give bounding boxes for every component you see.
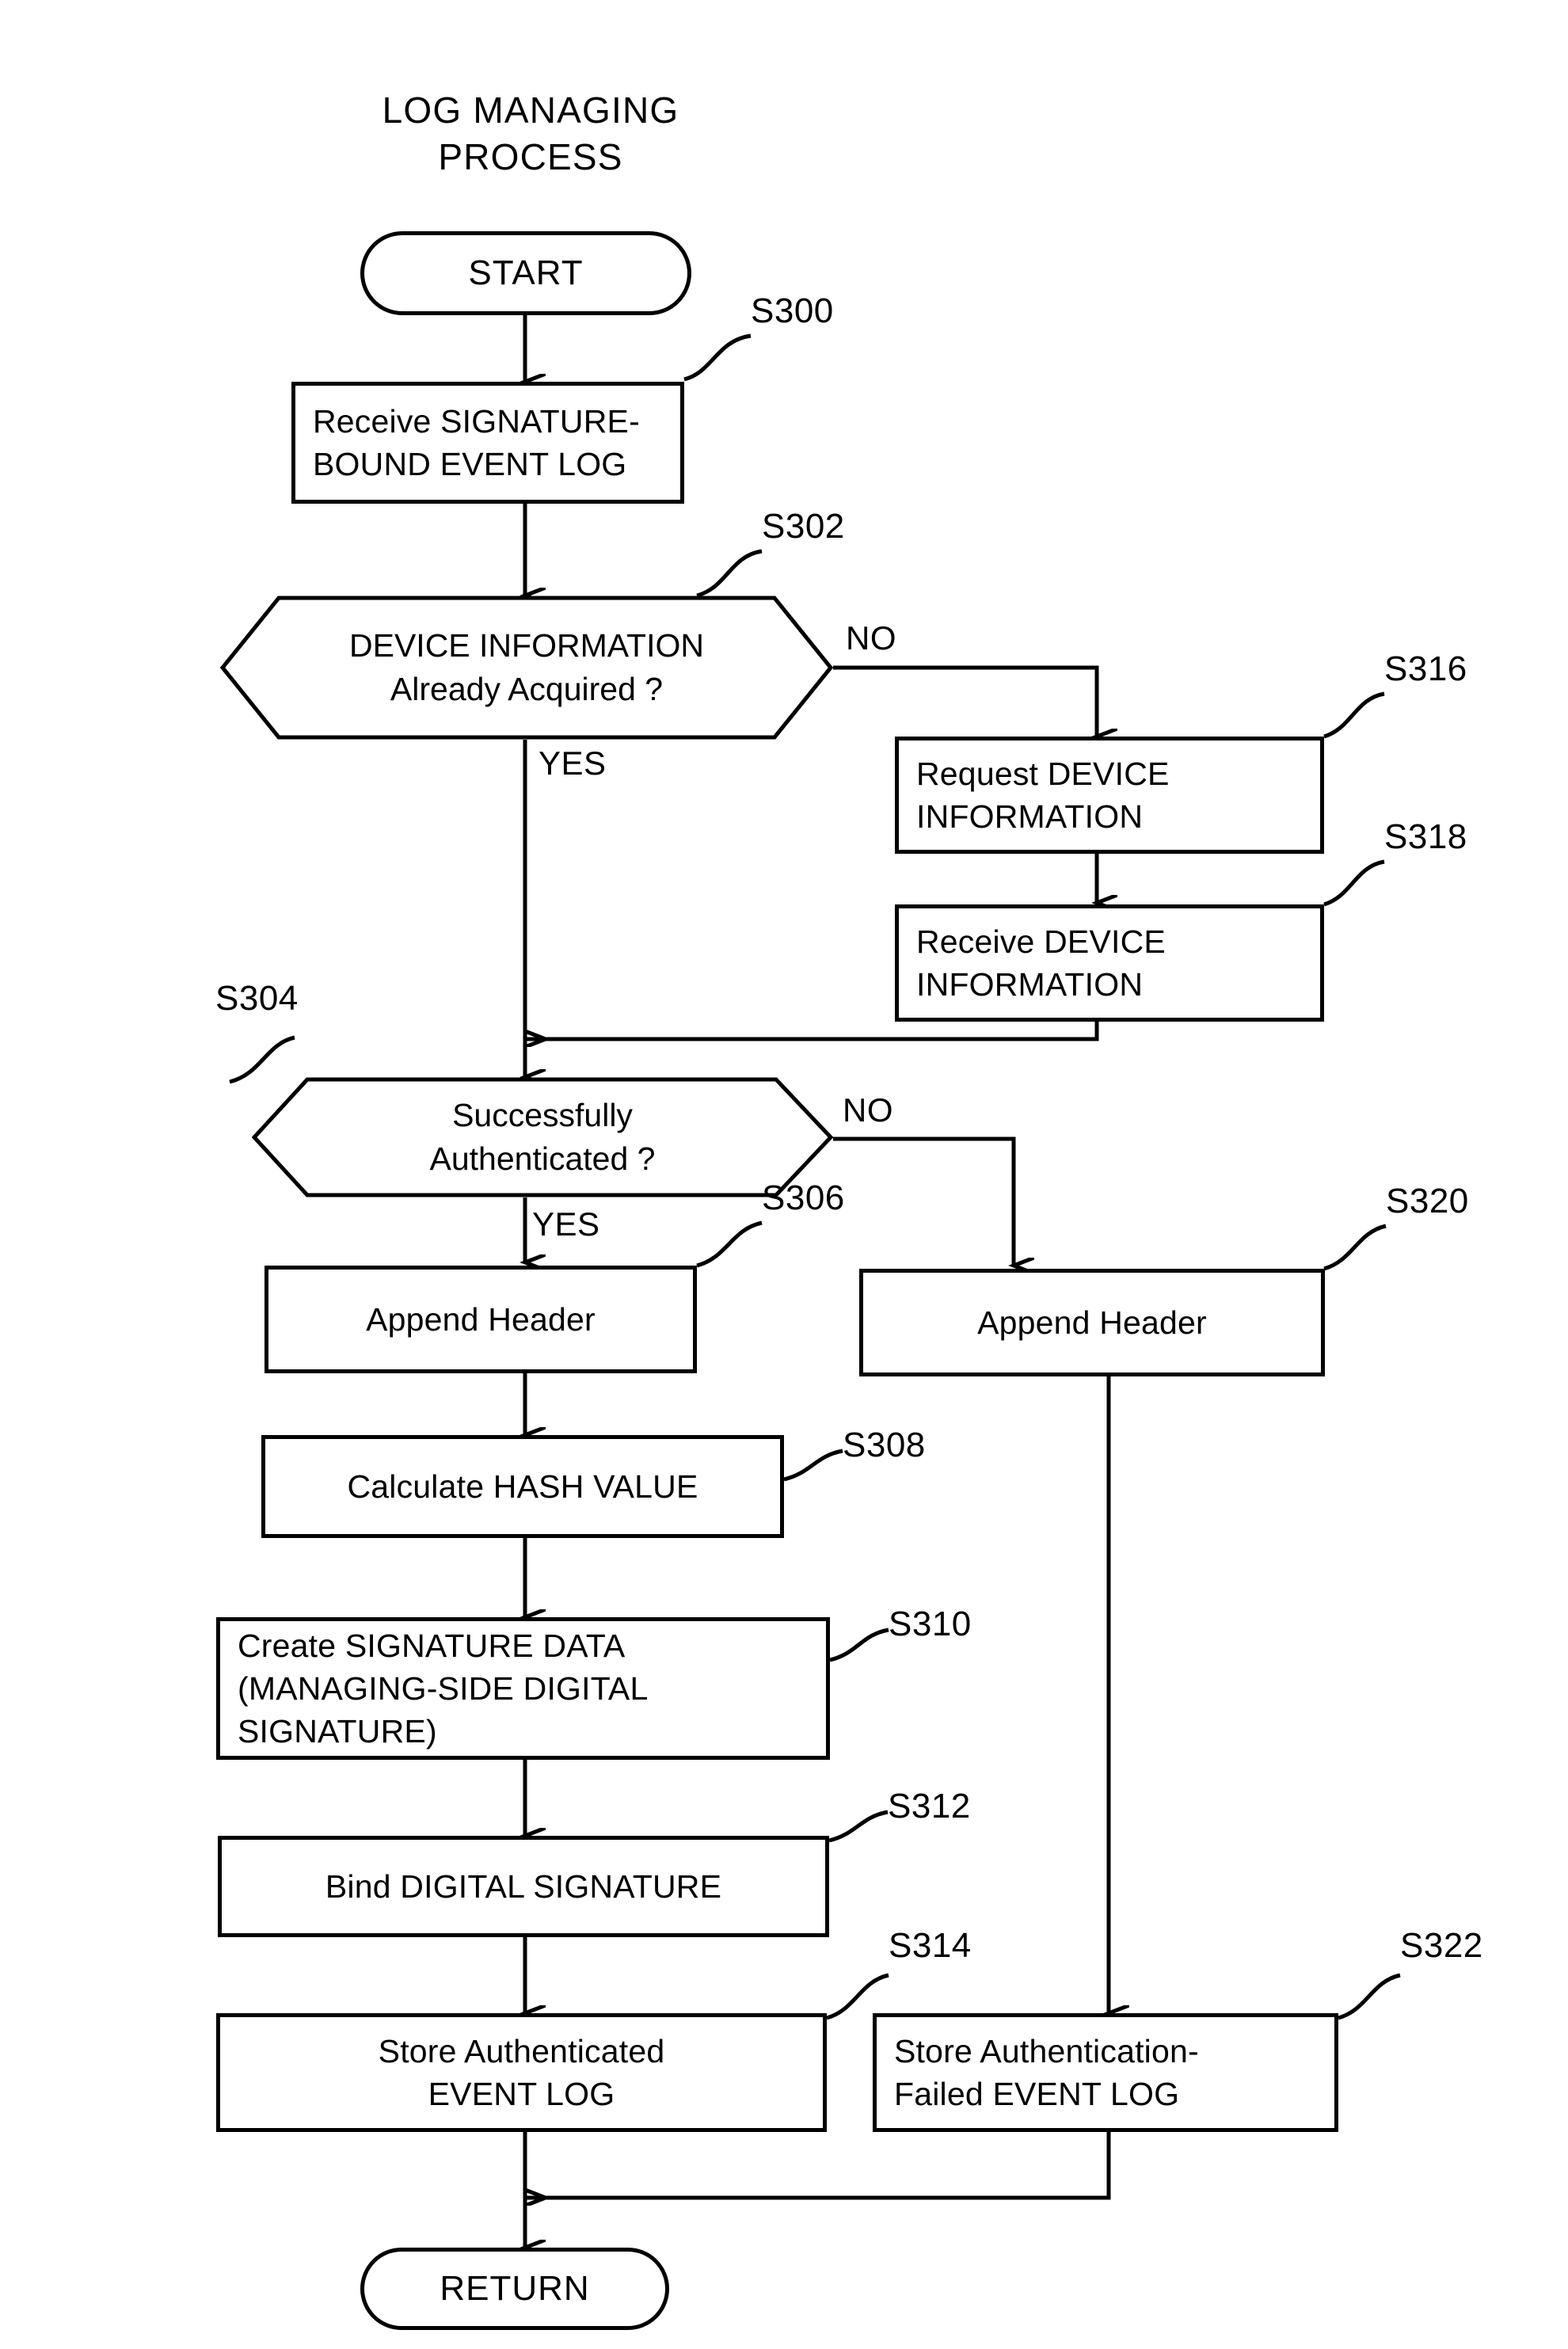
step-s314-label: Store Authenticated EVENT LOG [378,2032,665,2112]
branch-label-auth-no: NO [843,1091,893,1129]
step-receive-signature-bound-event-log: Receive SIGNATURE- BOUND EVENT LOG [291,382,684,504]
step-ref-s310: S310 [889,1605,972,1643]
decision-s302-text: DEVICE INFORMATION Already Acquired ? [220,596,833,740]
step-ref-s308: S308 [843,1426,926,1464]
step-s308-label: Calculate HASH VALUE [347,1468,698,1505]
diagram-title: LOG MANAGING PROCESS [382,89,679,177]
branch-label-auth-yes: YES [532,1205,600,1243]
terminator-start-label: START [468,253,584,292]
step-ref-s304: S304 [215,979,299,1018]
step-receive-device-information: Receive DEVICE INFORMATION [895,904,1324,1022]
decision-successfully-authenticated: Successfully Authenticated ? [251,1077,834,1197]
step-ref-s314: S314 [889,1926,972,1965]
step-s316-label: Request DEVICE INFORMATION [916,755,1170,835]
decision-s304-line1: Successfully [452,1097,633,1134]
step-ref-s316: S316 [1384,649,1467,688]
step-store-authentication-failed-event-log: Store Authentication- Failed EVENT LOG [873,2013,1338,2132]
decision-s304-line2: Authenticated ? [429,1140,656,1177]
step-s322-label: Store Authentication- Failed EVENT LOG [894,2032,1199,2112]
step-calculate-hash-value: Calculate HASH VALUE [261,1435,784,1538]
terminator-return: RETURN [360,2248,669,2330]
terminator-return-label: RETURN [440,2269,590,2308]
terminator-start: START [360,231,691,315]
step-store-authenticated-event-log: Store Authenticated EVENT LOG [216,2013,827,2132]
flowchart-canvas: LOG MANAGING PROCESS START Receive SIGNA… [0,0,1568,2349]
decision-s302-line1: DEVICE INFORMATION [349,627,704,664]
branch-label-device-info-yes: YES [539,744,607,782]
step-append-header-authenticated: Append Header [265,1266,697,1373]
step-ref-s312: S312 [888,1787,971,1826]
step-s320-label: Append Header [977,1304,1207,1341]
step-append-header-failed: Append Header [859,1269,1325,1376]
step-ref-s300: S300 [751,291,834,330]
decision-s302-line2: Already Acquired ? [390,671,664,707]
step-ref-s318: S318 [1384,817,1467,856]
step-bind-digital-signature: Bind DIGITAL SIGNATURE [218,1836,829,1937]
step-ref-s322: S322 [1400,1926,1483,1965]
step-ref-s302: S302 [762,507,845,546]
step-s300-label: Receive SIGNATURE- BOUND EVENT LOG [313,402,640,482]
step-ref-s320: S320 [1386,1182,1469,1220]
step-request-device-information: Request DEVICE INFORMATION [895,737,1324,854]
step-s312-label: Bind DIGITAL SIGNATURE [325,1867,722,1905]
step-s318-label: Receive DEVICE INFORMATION [916,923,1166,1003]
decision-device-information-acquired: DEVICE INFORMATION Already Acquired ? [219,596,834,740]
branch-label-device-info-no: NO [846,619,896,657]
step-s306-label: Append Header [366,1300,596,1338]
step-ref-s306: S306 [762,1178,845,1217]
step-s310-label: Create SIGNATURE DATA (MANAGING-SIDE DIG… [238,1627,649,1750]
decision-s304-text: Successfully Authenticated ? [252,1077,833,1197]
step-create-signature-data: Create SIGNATURE DATA (MANAGING-SIDE DIG… [216,1617,830,1760]
